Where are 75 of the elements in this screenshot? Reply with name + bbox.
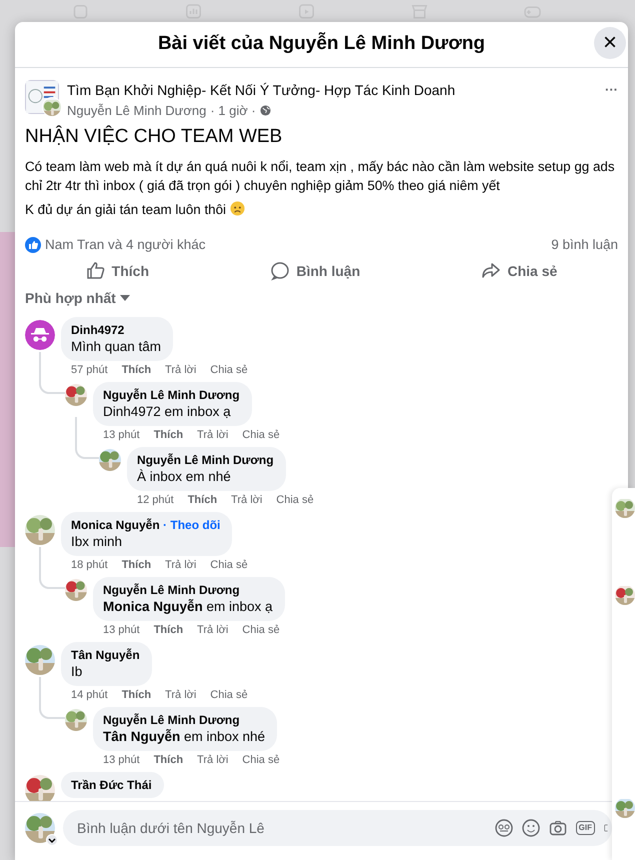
comment-time: 57 phút — [71, 362, 108, 377]
post-time: · 1 giờ · — [210, 102, 256, 120]
close-button[interactable]: × — [594, 27, 626, 59]
like-link[interactable]: Thích — [122, 688, 152, 702]
share-link[interactable]: Chia sẻ — [210, 558, 248, 572]
like-link[interactable]: Thích — [154, 752, 184, 767]
comment-time: 18 phút — [71, 558, 108, 572]
commenter-name[interactable]: Nguyễn Lê Minh Dương — [103, 388, 240, 402]
commenter-name[interactable]: Dinh4972 — [71, 322, 124, 337]
comment-text: Tân Nguyễn em inbox nhé — [103, 728, 266, 746]
comment-text: Dinh4972 em inbox ạ — [103, 402, 232, 421]
share-link[interactable]: Chia sẻ — [242, 428, 280, 442]
comment-time: 12 phút — [137, 492, 174, 507]
comment-text: Ib — [71, 662, 84, 681]
sad-emoji-icon — [230, 200, 245, 216]
post-text: K đủ dự án giải tán team luôn thôi — [25, 200, 618, 218]
commenter-name[interactable]: Tân Nguyễn — [71, 648, 140, 662]
incognito-avatar-icon — [25, 320, 55, 350]
more-button[interactable]: ··· — [605, 80, 618, 100]
thread-line — [39, 676, 65, 719]
like-link[interactable]: Thích — [154, 428, 184, 442]
reply-link[interactable]: Trả lời — [197, 428, 228, 442]
comment-text: Mình quan tâm — [71, 338, 162, 356]
commenter-name[interactable]: Trần Đức Thái — [71, 778, 152, 792]
share-link[interactable]: Chia sẻ — [242, 752, 280, 767]
reply-link[interactable]: Trả lời — [231, 492, 262, 507]
reply-link[interactable]: Trả lời — [197, 622, 228, 637]
comment-text: À inbox em nhé — [137, 468, 232, 486]
like-link[interactable]: Thích — [154, 622, 184, 637]
post-text: Có team làm web mà ít dự án quá nuôi k nổi, team xịn , mấy bác nào cần làm website setup gg ads chỉ 2tr 4tr thì inbox ( giá đã trọn gói ) chuyên nghiệp giảm 50% theo giá niêm yết — [25, 158, 616, 194]
group-name[interactable]: Tìm Bạn Khởi Nghiệp- Kết Nối Ý Tưởng- Hợp Tác Kinh Doanh — [67, 80, 597, 101]
comment-text: Monica Nguyễn em inbox ạ — [103, 598, 273, 616]
like-icon — [25, 236, 41, 253]
speech-bubble-icon — [270, 261, 290, 282]
thread-line — [39, 352, 65, 394]
share-link[interactable]: Chia sẻ — [242, 622, 280, 637]
globe-icon — [260, 105, 271, 116]
emoji-icon[interactable] — [522, 819, 540, 837]
reply-link[interactable]: Trả lời — [197, 752, 228, 767]
dialog-title: Bài viết của Nguyễn Lê Minh Dương — [158, 31, 486, 56]
thread-line — [75, 416, 99, 459]
share-link[interactable]: Chia sẻ — [276, 492, 314, 507]
like-link[interactable]: Thích — [122, 558, 152, 572]
camera-icon[interactable] — [548, 819, 567, 837]
post-comment-button[interactable]: Bình luận — [260, 256, 370, 286]
caret-icon — [120, 295, 130, 302]
post-share-button[interactable]: Chia sẻ — [471, 256, 568, 286]
like-link[interactable]: Thích — [122, 362, 152, 377]
comment-field[interactable]: Bình luận dưới tên Nguyễn Lê GIF — [63, 810, 612, 846]
comment-time: 14 phút — [71, 688, 108, 702]
comment-time: 13 phút — [103, 752, 140, 767]
comment-text: Ibx minh — [71, 532, 124, 551]
reply-link[interactable]: Trả lời — [165, 688, 196, 702]
commenter-name[interactable]: Nguyễn Lê Minh Dương — [103, 582, 240, 597]
reply-link[interactable]: Trả lời — [165, 362, 196, 377]
like-link[interactable]: Thích — [188, 492, 218, 507]
post-headline: NHẬN VIỆC CHO TEAM WEB — [25, 124, 284, 148]
group-avatar[interactable] — [25, 80, 59, 114]
gif-button[interactable]: GIF — [576, 821, 595, 835]
author-name[interactable]: Nguyễn Lê Minh Dương — [67, 101, 206, 120]
thumbs-up-icon — [86, 261, 106, 282]
commenter-name[interactable]: Nguyễn Lê Minh Dương — [103, 712, 240, 727]
post-like-button[interactable]: Thích — [76, 256, 160, 286]
follow-link[interactable]: · Theo dõi — [163, 518, 220, 532]
share-link[interactable]: Chia sẻ — [210, 688, 248, 702]
sort-dropdown[interactable]: Phù hợp nhất — [25, 288, 130, 309]
comment-count[interactable]: 9 bình luận — [551, 234, 618, 255]
commenter-name[interactable]: Nguyễn Lê Minh Dương — [137, 452, 274, 467]
comment-time: 13 phút — [103, 622, 140, 637]
thread-line — [39, 546, 65, 589]
reply-link[interactable]: Trả lời — [165, 558, 196, 572]
share-link[interactable]: Chia sẻ — [210, 362, 248, 377]
commenter-name[interactable]: Monica Nguyễn — [71, 518, 160, 532]
comment-time: 13 phút — [103, 428, 140, 442]
reaction-summary[interactable]: Nam Tran và 4 người khác — [45, 234, 206, 255]
